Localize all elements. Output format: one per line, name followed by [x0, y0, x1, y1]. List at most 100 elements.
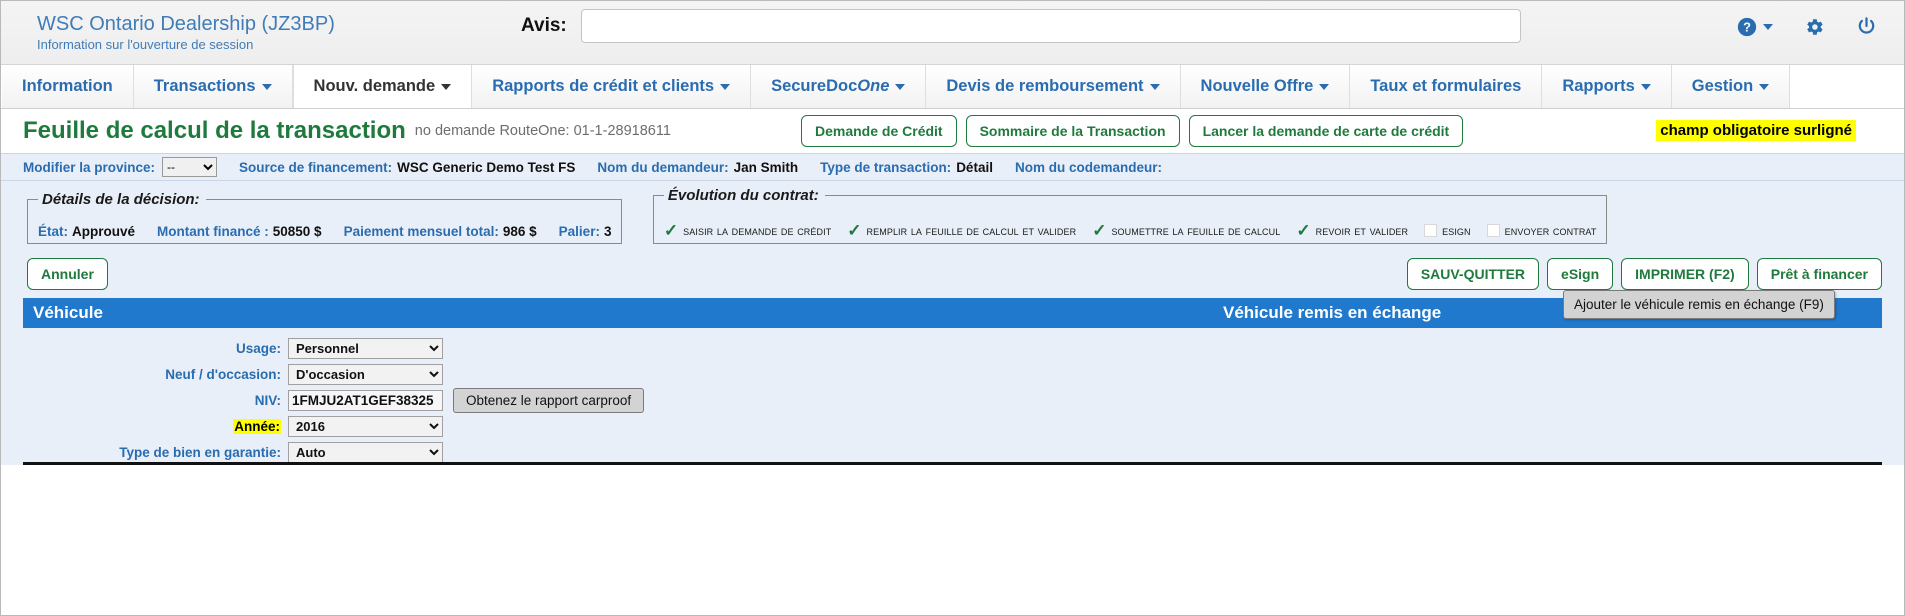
year-label: Année:: [233, 419, 281, 434]
avis-group: Avis:: [521, 9, 1521, 43]
decision-details-panel: Détails de la décision: État: Approuvé Mo…: [27, 191, 623, 244]
title-button-group: Demande de Crédit Sommaire de la Transac…: [801, 115, 1464, 147]
nav-item-information[interactable]: Information: [2, 65, 134, 108]
coapplicant-name-label: Nom du codemandeur:: [1014, 159, 1162, 175]
power-icon[interactable]: [1855, 15, 1878, 38]
transaction-summary-button[interactable]: Sommaire de la Transaction: [965, 115, 1180, 147]
new-used-select[interactable]: D'occasion: [288, 364, 443, 385]
print-button[interactable]: IMPRIMER (F2): [1621, 258, 1749, 290]
new-used-label: Neuf / d'occasion:: [165, 367, 281, 382]
province-select[interactable]: --: [162, 157, 218, 177]
nav-item-transactions[interactable]: Transactions: [133, 65, 293, 108]
nav-label: Taux et formulaires: [1370, 77, 1522, 95]
step-label: Revoir et Valider: [1315, 223, 1409, 238]
applicant-name-group: Nom du demandeur: Jan Smith: [597, 160, 798, 175]
nav-item-securedocone[interactable]: SecureDoc One: [751, 65, 927, 108]
vehicle-section-header: Véhicule Véhicule remis en échange Ajout…: [23, 290, 1882, 328]
gear-icon[interactable]: [1803, 16, 1825, 38]
vin-label: NIV:: [254, 393, 281, 408]
step-submit-worksheet: ✓ Soumettre la feuille de calcul: [1092, 222, 1280, 239]
total-monthly-payment: Paiement mensuel total: 986 $: [343, 224, 537, 239]
step-label: eSign: [1442, 223, 1471, 238]
nav-item-rapports[interactable]: Rapports: [1542, 65, 1672, 108]
decision-state: État: Approuvé: [38, 224, 136, 239]
credit-application-button[interactable]: Demande de Crédit: [801, 115, 957, 147]
ready-to-fund-button[interactable]: Prêt à financer: [1756, 258, 1882, 290]
step-esign: eSign: [1424, 224, 1471, 238]
cancel-button[interactable]: Annuler: [27, 258, 108, 290]
chevron-down-icon: [1763, 23, 1773, 30]
nav-item-nouvelle-offre[interactable]: Nouvelle Offre: [1180, 65, 1351, 108]
chevron-down-icon: [1759, 83, 1770, 90]
applicant-name-value: Jan Smith: [733, 159, 799, 175]
page-title-row: Feuille de calcul de la transaction no d…: [1, 109, 1904, 153]
nav-label: Devis de remboursement: [946, 77, 1144, 95]
collateral-type-select[interactable]: Auto: [288, 442, 443, 463]
avis-label: Avis:: [521, 15, 567, 36]
worksheet-body: Détails de la décision: État: Approuvé Mo…: [1, 181, 1904, 465]
nav-item-gestion[interactable]: Gestion: [1671, 65, 1791, 108]
form-row-usage: Usage: Personnel: [23, 336, 1882, 361]
app-header: WSC Ontario Dealership (JZ3BP) Informati…: [1, 1, 1904, 65]
get-carproof-report-button[interactable]: Obtenez le rapport carproof: [453, 388, 645, 413]
collateral-type-label: Type de bien en garantie:: [119, 445, 281, 460]
check-icon: ✓: [847, 221, 862, 240]
contract-progress-legend: Évolution du contrat:: [667, 187, 819, 204]
nav-label-suffix: One: [857, 77, 890, 95]
form-row-new-used: Neuf / d'occasion: D'occasion: [23, 362, 1882, 387]
chevron-down-icon: [720, 83, 731, 90]
usage-label: Usage:: [235, 341, 281, 356]
avis-input[interactable]: [580, 9, 1521, 43]
nav-label: Rapports: [1562, 77, 1635, 95]
step-review-validate: ✓ Revoir et Valider: [1296, 222, 1408, 239]
nav-item-devis-remboursement[interactable]: Devis de remboursement: [926, 65, 1181, 108]
form-row-vin: NIV: Obtenez le rapport carproof: [23, 388, 1882, 413]
step-label: Envoyer Contrat: [1504, 223, 1597, 238]
save-and-quit-button[interactable]: SAUV-QUITTER: [1406, 258, 1540, 290]
transaction-type-value: Détail: [956, 159, 993, 175]
chevron-down-icon: [261, 83, 272, 90]
step-label: Soumettre la feuille de calcul: [1111, 223, 1281, 238]
bottom-divider: [23, 462, 1882, 465]
province-label: Modifier la province:: [23, 159, 156, 175]
empty-checkbox-icon: [1486, 224, 1500, 237]
vin-input[interactable]: [288, 390, 443, 411]
esign-button[interactable]: eSign: [1547, 258, 1614, 290]
year-select[interactable]: 2016: [288, 416, 443, 437]
launch-credit-card-application-button[interactable]: Lancer la demande de carte de crédit: [1188, 115, 1464, 147]
main-navigation: Information Transactions Nouv. demande R…: [1, 65, 1904, 109]
step-label: Remplir la feuille de calcul et valider: [866, 223, 1077, 238]
check-icon: ✓: [663, 221, 679, 240]
amount-financed: Montant financé :50850 $: [157, 224, 322, 239]
chevron-down-icon: [895, 83, 906, 90]
usage-select[interactable]: Personnel: [288, 338, 443, 359]
funding-source-label: Source de financement:: [239, 159, 393, 175]
vehicle-section-title: Véhicule: [33, 303, 103, 322]
form-row-year: Année: 2016: [23, 414, 1882, 439]
chevron-down-icon: [1319, 83, 1330, 90]
chevron-down-icon: [1640, 83, 1651, 90]
coapplicant-name-group: Nom du codemandeur:: [1015, 160, 1167, 175]
nav-item-nouvelle-demande[interactable]: Nouv. demande: [292, 65, 473, 108]
decision-details-legend: Détails de la décision:: [42, 191, 200, 208]
application-window: WSC Ontario Dealership (JZ3BP) Informati…: [0, 0, 1905, 616]
nav-item-rapports-credit-clients[interactable]: Rapports de crédit et clients: [472, 65, 752, 108]
nav-item-taux-formulaires[interactable]: Taux et formulaires: [1350, 65, 1543, 108]
step-send-contract: Envoyer Contrat: [1486, 223, 1597, 238]
help-icon[interactable]: ?: [1736, 16, 1773, 38]
step-enter-credit-application: ✓ Saisir la demande de crédit: [664, 222, 831, 239]
funding-source-group: Source de financement: WSC Generic Demo …: [239, 160, 575, 175]
add-trade-in-vehicle-button[interactable]: Ajouter le véhicule remis en échange (F9…: [1563, 290, 1835, 319]
step-complete-worksheet-validate: ✓ Remplir la feuille de calcul et valide…: [847, 222, 1076, 239]
applicant-name-label: Nom du demandeur:: [597, 159, 729, 175]
header-icon-group: ?: [1736, 15, 1878, 38]
dealership-name: WSC Ontario Dealership (JZ3BP): [37, 12, 335, 35]
nav-label: Information: [22, 77, 113, 95]
session-info: Information sur l'ouverture de session: [37, 36, 254, 52]
page-title: Feuille de calcul de la transaction: [23, 117, 406, 144]
nav-label: Nouvelle Offre: [1200, 77, 1314, 95]
chevron-down-icon: [441, 83, 452, 90]
step-label: Saisir la demande de crédit: [683, 223, 832, 238]
trade-in-section-title: Véhicule remis en échange: [1223, 303, 1442, 322]
action-button-group-right: SAUV-QUITTER eSign IMPRIMER (F2) Prêt à …: [1406, 258, 1882, 290]
